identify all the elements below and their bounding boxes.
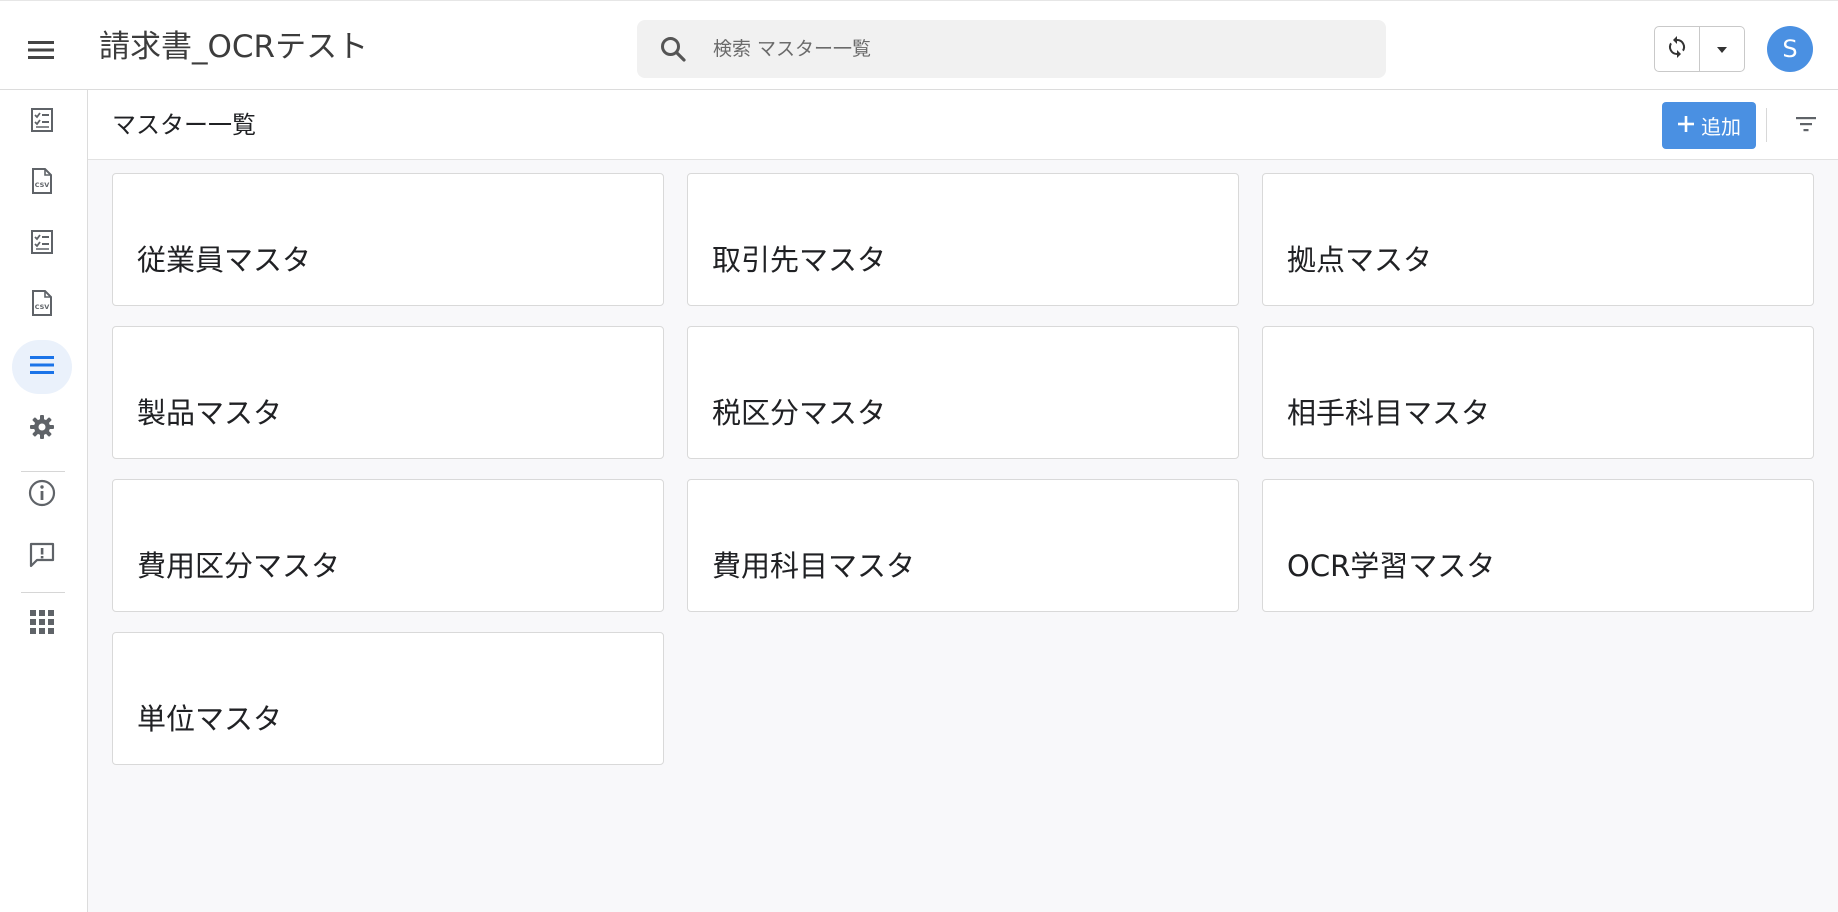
add-button[interactable]: 追加 [1662,102,1756,149]
sidebar-item-csv-1[interactable]: CSV [12,156,72,210]
search-icon [651,27,695,71]
checklist-icon [30,229,54,259]
csv-file-icon: CSV [31,289,53,321]
master-card-expense-account[interactable]: 費用科目マスタ [687,479,1239,612]
master-card-counter-account[interactable]: 相手科目マスタ [1262,326,1814,459]
sidebar-item-checklist-1[interactable] [12,95,72,149]
add-button-label: 追加 [1701,115,1741,139]
sync-dropdown-button[interactable] [1700,27,1744,71]
feedback-icon [28,541,56,573]
checklist-icon [30,107,54,137]
card-label: 従業員マスタ [137,243,312,277]
card-label: 取引先マスタ [712,243,887,277]
list-icon [29,354,55,380]
plus-icon [1677,114,1695,138]
master-card-grid: 従業員マスタ 取引先マスタ 拠点マスタ 製品マスタ 税区分マスタ 相手科目マスタ… [112,173,1814,765]
svg-text:CSV: CSV [35,181,50,189]
menu-icon[interactable] [20,29,62,71]
master-card-product[interactable]: 製品マスタ [112,326,664,459]
master-card-unit[interactable]: 単位マスタ [112,632,664,765]
master-card-location[interactable]: 拠点マスタ [1262,173,1814,306]
page-header: マスター一覧 追加 [88,90,1838,160]
sidebar: CSV CSV [0,90,88,912]
master-card-expense-category[interactable]: 費用区分マスタ [112,479,664,612]
sidebar-item-apps[interactable] [12,597,72,651]
sync-button[interactable] [1655,27,1700,71]
sidebar-item-settings[interactable] [12,402,72,456]
page-title: マスター一覧 [112,111,256,139]
sync-button-group [1654,26,1745,72]
card-label: 費用区分マスタ [137,549,341,583]
card-label: 単位マスタ [137,702,283,736]
avatar[interactable]: S [1767,26,1813,72]
card-label: 費用科目マスタ [712,549,916,583]
search-bar[interactable] [637,20,1386,78]
main-content: マスター一覧 追加 従業員マスタ 取引先マスタ 拠点マスタ 製品マスタ 税区分マ… [88,90,1838,912]
master-card-ocr-learning[interactable]: OCR学習マスタ [1262,479,1814,612]
app-title: 請求書_OCRテスト [99,29,369,65]
top-app-bar: 請求書_OCRテスト S [0,0,1838,90]
sidebar-item-info[interactable] [12,468,72,522]
csv-file-icon: CSV [31,167,53,199]
master-card-tax-category[interactable]: 税区分マスタ [687,326,1239,459]
caret-down-icon [1715,40,1729,59]
master-card-employee[interactable]: 従業員マスタ [112,173,664,306]
card-label: 拠点マスタ [1287,243,1433,277]
card-label: 相手科目マスタ [1287,396,1491,430]
card-label: 税区分マスタ [712,396,887,430]
card-label: OCR学習マスタ [1287,549,1496,583]
gear-icon [29,414,55,444]
search-input[interactable] [711,37,1331,61]
filter-icon [1795,116,1817,136]
filter-button[interactable] [1788,108,1824,144]
sidebar-item-feedback[interactable] [12,530,72,584]
card-label: 製品マスタ [137,396,283,430]
master-card-client[interactable]: 取引先マスタ [687,173,1239,306]
sidebar-divider [21,592,65,593]
sidebar-item-csv-2[interactable]: CSV [12,278,72,332]
info-icon [28,479,56,511]
sidebar-item-checklist-2[interactable] [12,217,72,271]
svg-text:CSV: CSV [35,303,50,311]
sync-icon [1665,35,1689,63]
header-divider [1766,108,1767,142]
sidebar-item-master-list[interactable] [12,340,72,394]
apps-grid-icon [29,609,55,639]
